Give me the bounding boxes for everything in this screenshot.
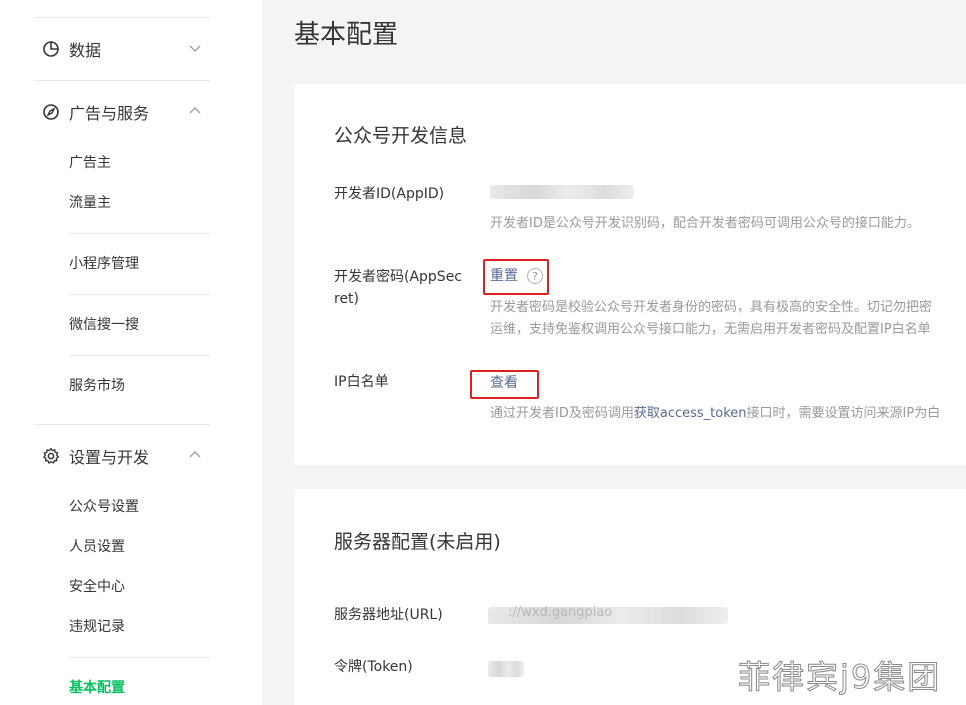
sidebar-group-settings[interactable]: 设置与开发 — [42, 444, 210, 468]
sidebar-divider — [34, 424, 210, 425]
sidebar-item-publisher[interactable]: 流量主 — [69, 193, 111, 213]
sidebar-item-basic-config[interactable]: 基本配置 — [69, 678, 125, 698]
sidebar-group-data[interactable]: 数据 — [42, 37, 210, 61]
section-title: 服务器配置(未启用) — [334, 531, 501, 553]
watermark: 菲律宾j9集团 — [737, 658, 942, 697]
sidebar-item-market[interactable]: 服务市场 — [69, 376, 125, 396]
sidebar-item-account-settings[interactable]: 公众号设置 — [69, 497, 139, 517]
page-title: 基本配置 — [294, 20, 399, 50]
ip-desc-text: 通过开发者ID及密码调用 — [490, 406, 634, 421]
sidebar-divider — [34, 80, 210, 81]
sidebar: 数据 广告与服务 广告主 流量主 小程序管理 微信搜一搜 服务市场 设置与开发 — [0, 0, 262, 705]
appid-desc: 开发者ID是公众号开发识别码，配合开发者密码可调用公众号的接口能力。 — [490, 216, 920, 231]
access-token-link[interactable]: 获取access_token — [634, 406, 747, 421]
sidebar-group-label: 设置与开发 — [69, 448, 150, 467]
secret-label: 开发者密码(AppSec ret) — [334, 266, 462, 310]
view-ip-whitelist-button[interactable]: 查看 — [490, 373, 518, 393]
sidebar-item-search[interactable]: 微信搜一搜 — [69, 315, 139, 335]
token-value-masked — [488, 661, 524, 677]
chart-pie-icon — [42, 40, 60, 58]
sidebar-divider — [69, 294, 210, 295]
server-url-value: ://wxd.gangpiao — [508, 605, 613, 620]
sidebar-item-violations[interactable]: 违规记录 — [69, 617, 125, 637]
sidebar-item-miniprogram[interactable]: 小程序管理 — [69, 254, 139, 274]
secret-desc-line2: 运维，支持免鉴权调用公众号接口能力，无需启用开发者密码及配置IP白名单 — [490, 322, 931, 337]
appid-value-masked — [490, 185, 634, 199]
ip-whitelist-label: IP白名单 — [334, 374, 389, 390]
sidebar-group-label: 数据 — [69, 41, 102, 60]
appid-label: 开发者ID(AppID) — [334, 186, 445, 202]
sidebar-group-ads[interactable]: 广告与服务 — [42, 100, 210, 124]
secret-label-line2: ret) — [334, 291, 360, 307]
token-label: 令牌(Token) — [334, 659, 413, 675]
reset-secret-button[interactable]: 重置 — [490, 266, 518, 286]
sidebar-item-staff-settings[interactable]: 人员设置 — [69, 537, 125, 557]
help-icon[interactable]: ? — [527, 268, 543, 284]
sidebar-item-advertiser[interactable]: 广告主 — [69, 153, 111, 173]
section-title: 公众号开发信息 — [334, 125, 468, 147]
sidebar-divider — [69, 233, 210, 234]
gear-icon — [42, 447, 60, 465]
dev-info-card: 公众号开发信息 开发者ID(AppID) 开发者ID是公众号开发识别码，配合开发… — [294, 84, 966, 465]
sidebar-group-label: 广告与服务 — [69, 104, 150, 123]
chevron-up-icon — [188, 103, 202, 117]
secret-desc-line1: 开发者密码是校验公众号开发者身份的密码，具有极高的安全性。切记勿把密 — [490, 300, 933, 315]
server-url-label: 服务器地址(URL) — [334, 607, 443, 623]
compass-icon — [42, 103, 60, 121]
chevron-up-icon — [188, 447, 202, 461]
sidebar-divider — [69, 657, 210, 658]
sidebar-divider — [69, 355, 210, 356]
ip-desc-text: 接口时，需要设置访问来源IP为白 — [746, 406, 941, 421]
chevron-down-icon — [188, 40, 202, 54]
secret-label-line1: 开发者密码(AppSec — [334, 269, 463, 285]
sidebar-item-security-center[interactable]: 安全中心 — [69, 577, 125, 597]
sidebar-divider — [34, 17, 210, 18]
ip-whitelist-desc: 通过开发者ID及密码调用获取access_token接口时，需要设置访问来源IP… — [490, 403, 940, 425]
